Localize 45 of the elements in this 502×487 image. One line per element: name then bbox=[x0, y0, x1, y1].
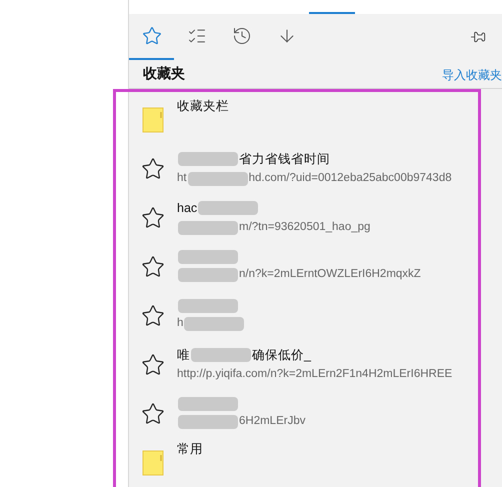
item-url-text: 6H2mLErJbv bbox=[239, 414, 306, 429]
blur-block bbox=[198, 200, 258, 215]
clock-icon bbox=[232, 26, 252, 46]
star-icon bbox=[141, 304, 165, 328]
blur-block bbox=[178, 152, 238, 166]
star-icon bbox=[141, 352, 165, 376]
bookmark-item[interactable]: h bbox=[141, 291, 502, 340]
item-url-text: h bbox=[177, 316, 184, 331]
bookmark-item[interactable]: n/n?k=2mLErntOWZLErI6H2mqxkZ bbox=[141, 242, 502, 291]
folder-icon bbox=[142, 450, 164, 476]
blur-block bbox=[178, 396, 238, 411]
item-title-text: 唯 bbox=[177, 346, 190, 364]
tab-indicator bbox=[309, 12, 355, 14]
bookmark-item[interactable]: 唯 确保低价_ http://p.yiqifa.com/n?k=2mLErn2F1n4H2mLErI6HREE bbox=[141, 340, 502, 389]
blur-block bbox=[178, 268, 238, 282]
blur-block bbox=[184, 316, 244, 330]
folder-item[interactable]: 常用 bbox=[141, 438, 502, 487]
blur-block bbox=[178, 414, 238, 428]
item-url-text: hd.com/?uid=0012eba25abc00b9743d8 bbox=[248, 171, 452, 186]
item-url-text: ht bbox=[177, 171, 187, 186]
star-icon bbox=[141, 254, 165, 278]
item-title-text: hac bbox=[177, 200, 198, 216]
item-title-text: 收藏夹栏 bbox=[177, 98, 229, 115]
blur-block bbox=[178, 298, 238, 313]
panel-title: 收藏夹 bbox=[143, 64, 185, 83]
blur-block bbox=[178, 250, 238, 264]
item-url-text: m/?tn=93620501_hao_pg bbox=[239, 220, 370, 236]
blur-block bbox=[191, 348, 251, 362]
star-icon bbox=[142, 26, 162, 46]
bookmark-item[interactable]: 省力省钱省时间 ht hd.com/?uid=0012eba25abc00b9743d8 bbox=[141, 144, 502, 193]
item-url-text: http://p.yiqifa.com/n?k=2mLErn2F1n4H2mLErI6HREE bbox=[177, 367, 452, 382]
blur-block bbox=[178, 220, 238, 235]
item-title-text: 确保低价_ bbox=[252, 346, 311, 364]
item-title-text: 常用 bbox=[177, 441, 203, 458]
folder-icon bbox=[142, 106, 164, 132]
bookmark-item[interactable]: 6H2mLErJbv bbox=[141, 389, 502, 438]
blur-block bbox=[188, 172, 248, 186]
import-favorites-link[interactable]: 导入收藏夹 bbox=[442, 66, 502, 84]
star-icon bbox=[141, 402, 165, 426]
bookmark-item[interactable]: hac m/?tn=93620501_hao_pg bbox=[141, 193, 502, 242]
item-url-text: n/n?k=2mLErntOWZLErI6H2mqxkZ bbox=[239, 266, 421, 282]
star-icon bbox=[141, 156, 165, 180]
folder-item[interactable]: 收藏夹栏 bbox=[141, 95, 502, 144]
star-icon bbox=[141, 206, 165, 230]
item-title-text: 省力省钱省时间 bbox=[239, 150, 330, 168]
